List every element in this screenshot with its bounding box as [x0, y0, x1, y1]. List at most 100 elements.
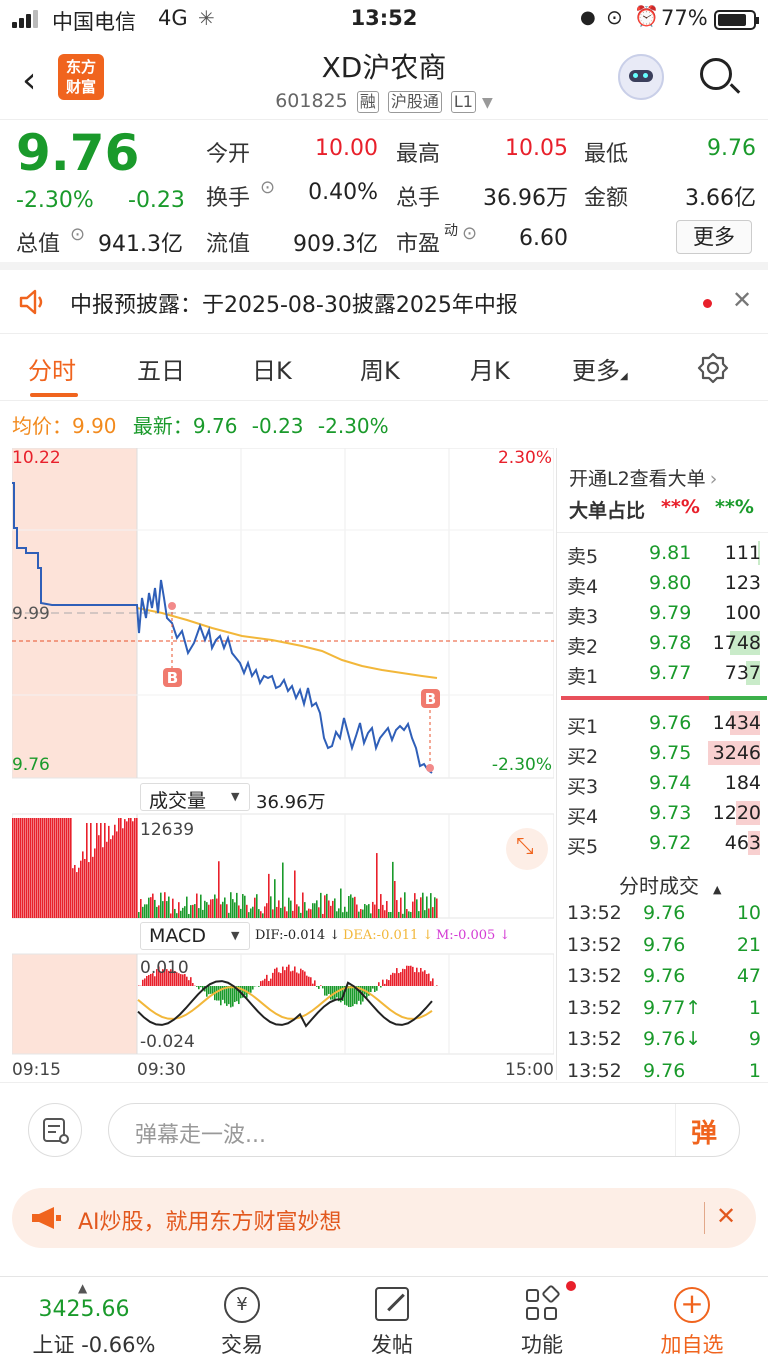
indicator-select-volume[interactable]: 成交量 ▼ — [140, 783, 250, 812]
volume-bar — [72, 868, 74, 918]
close-icon[interactable]: ✕ — [716, 1202, 736, 1230]
volume-bar — [84, 858, 86, 918]
volume-label: 总手 — [396, 186, 441, 211]
search-icon[interactable] — [700, 58, 741, 94]
ticks-title[interactable]: 分时成交 ▲ — [619, 870, 721, 899]
volume-bar — [32, 818, 34, 918]
bid-volume: 3246 — [712, 742, 761, 764]
ask-price: 9.79 — [649, 602, 692, 624]
tab-monthly-k[interactable]: 月K — [470, 351, 510, 386]
ask-row: 卖5 9.81 111 — [557, 538, 768, 568]
open-value: 10.00 — [315, 136, 378, 161]
expand-icon[interactable]: ⤡ — [506, 828, 548, 870]
tab-weekly-k[interactable]: 周K — [360, 351, 400, 386]
volume-bar — [126, 821, 128, 918]
volume-bar — [62, 818, 64, 918]
nav-add-watchlist[interactable]: + 加自选 — [632, 1277, 752, 1366]
m-value: M:-0.005 ↓ — [436, 928, 511, 943]
close-icon[interactable]: ✕ — [732, 286, 752, 314]
volume-bar — [320, 892, 322, 918]
volume-bar — [106, 841, 108, 918]
tick-time: 13:52 — [567, 1059, 622, 1082]
bid-row: 买2 9.75 3246 — [557, 738, 768, 768]
volume-bar — [54, 818, 56, 918]
volume-bar — [214, 894, 216, 918]
volume-bar — [16, 818, 18, 918]
nav-index[interactable]: ▲ 3425.66 上证 -0.66% — [24, 1277, 156, 1366]
macd-bar — [252, 986, 254, 990]
danmu-send-icon[interactable]: 弹 — [691, 1113, 717, 1150]
info-icon[interactable]: ⊙ — [70, 224, 85, 245]
macd-bar — [200, 986, 202, 988]
tick-volume: 21 — [736, 933, 761, 956]
macd-bar — [210, 986, 212, 994]
volume-bar — [168, 896, 170, 918]
rotation-lock-icon: ⊙ — [606, 5, 623, 29]
volume-bar — [132, 821, 134, 918]
notice-bar[interactable]: 中报预披露：于2025-08-30披露2025年中报 ✕ — [0, 270, 768, 334]
volume-bar — [146, 904, 148, 918]
tab-more[interactable]: 更多◢ — [572, 351, 628, 386]
nav-trade[interactable]: ¥ 交易 — [182, 1277, 302, 1366]
tab-intraday[interactable]: 分时 — [28, 351, 76, 386]
volume-bar — [266, 903, 268, 918]
tab-daily-k[interactable]: 日K — [252, 351, 292, 386]
volume-bar — [384, 910, 386, 918]
volume-bar — [50, 818, 52, 918]
macd-bar — [300, 968, 302, 986]
volume-bar — [256, 894, 258, 918]
volume-bar — [52, 818, 54, 918]
macd-bar — [348, 986, 350, 1008]
volume-bar — [352, 897, 354, 918]
volume-bar — [314, 903, 316, 918]
more-button[interactable]: 更多 — [676, 220, 752, 254]
volume-bar — [334, 898, 336, 918]
volume-bar — [356, 904, 358, 918]
big-order-green: **% — [715, 496, 754, 518]
settings-icon[interactable] — [697, 352, 729, 384]
volume-bar — [402, 913, 404, 918]
quote-panel: 9.76 -2.30% -0.23 总值 ⊙ 941.3亿 今开 10.00 最… — [0, 120, 768, 270]
tab-five-day[interactable]: 五日 — [137, 351, 185, 386]
volume-bar — [96, 823, 98, 918]
volume-bar — [20, 818, 22, 918]
volume-bar — [262, 913, 264, 918]
mcap-value: 941.3亿 — [98, 232, 183, 257]
indicator-select-macd[interactable]: MACD ▼ — [140, 922, 250, 950]
robot-assistant-icon[interactable] — [618, 54, 664, 100]
volume-max-label: 12639 — [140, 820, 195, 840]
volume-bar — [24, 818, 26, 918]
volume-bar — [408, 911, 410, 918]
alarm-icon: ⏰ — [634, 4, 659, 28]
nav-post[interactable]: 发帖 — [332, 1277, 452, 1366]
volume-bar — [362, 909, 364, 918]
macd-bar — [396, 968, 398, 986]
macd-bar — [294, 966, 296, 986]
macd-bar — [414, 972, 416, 986]
danmu-input[interactable]: 弹幕走一波... 弹 — [108, 1103, 740, 1157]
nav-post-label: 发帖 — [371, 1333, 413, 1357]
macd-select-label: MACD — [149, 925, 206, 947]
macd-bar — [432, 978, 434, 986]
l2-upgrade-link[interactable]: 开通L2查看大单 › — [569, 464, 717, 491]
nav-function[interactable]: 功能 — [482, 1277, 602, 1366]
macd-bar — [264, 978, 266, 986]
float-label: 流值 — [206, 232, 251, 257]
big-order-red: **% — [661, 496, 700, 518]
info-icon[interactable]: ⊙ — [260, 177, 275, 198]
volume-bar — [210, 899, 212, 918]
bid-price: 9.73 — [649, 802, 692, 824]
macd-bar — [258, 986, 260, 987]
volume-bar — [318, 907, 320, 918]
macd-bar — [226, 986, 228, 1006]
macd-bar — [250, 986, 252, 993]
info-icon[interactable]: ⊙ — [462, 223, 477, 244]
bid-volume: 1434 — [712, 712, 761, 734]
volume-bar — [134, 818, 136, 918]
macd-bar — [296, 972, 298, 986]
intraday-chart[interactable]: B B 10.22 9.99 9.76 2.30% -2.30% 成交量 ▼ 3… — [12, 448, 554, 1080]
danmu-settings-icon[interactable] — [28, 1103, 82, 1157]
volume-bar — [118, 818, 120, 918]
ai-banner[interactable]: AI炒股，就用东方财富妙想 ✕ — [12, 1188, 756, 1248]
volume-bar — [186, 896, 188, 918]
